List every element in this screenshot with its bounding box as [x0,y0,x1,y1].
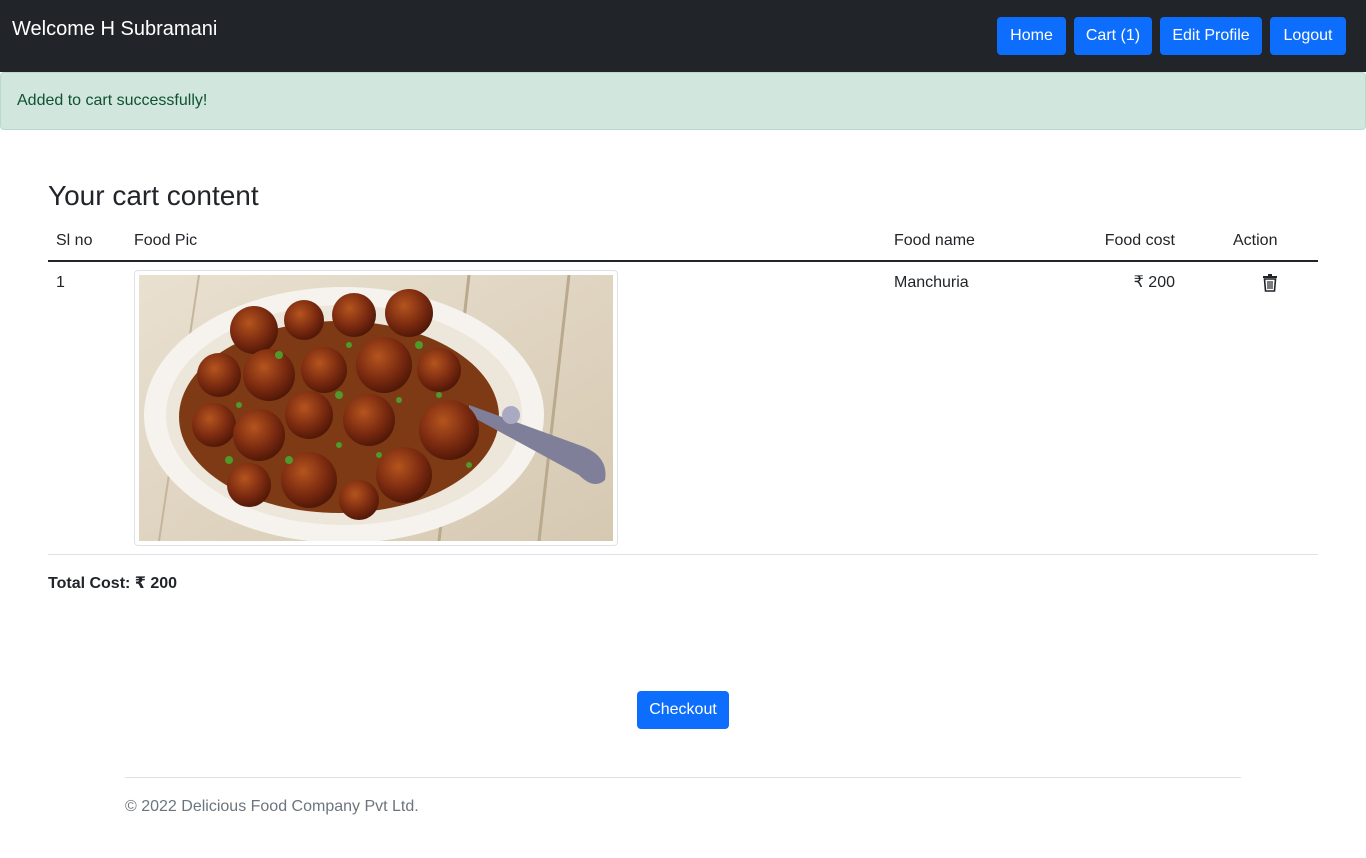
success-alert: Added to cart successfully! [0,72,1366,130]
home-button[interactable]: Home [997,17,1066,55]
trash-icon[interactable] [1262,274,1280,294]
column-header-action: Action [1233,232,1278,249]
row-food-cost: ₹ 200 [1133,274,1175,291]
food-image [134,270,618,546]
cart-button[interactable]: Cart (1) [1074,17,1152,55]
table-header-divider [48,260,1318,262]
footer-text: © 2022 Delicious Food Company Pvt Ltd. [125,798,419,815]
total-cost: Total Cost: ₹ 200 [48,575,178,592]
footer-divider [125,777,1241,778]
column-header-food-cost: Food cost [1104,232,1175,249]
checkout-button[interactable]: Checkout [637,691,729,729]
column-header-food-pic: Food Pic [134,232,198,249]
page-title: Your cart content [48,180,259,211]
edit-profile-button[interactable]: Edit Profile [1160,17,1262,55]
row-food-name: Manchuria [894,274,969,291]
food-photo-manchuria [139,275,613,541]
welcome-text: Welcome H Subramani [12,18,218,40]
column-header-sl-no: Sl no [56,232,93,249]
table-row-divider [48,554,1318,555]
navbar: Welcome H Subramani Home Cart (1) Edit P… [0,0,1366,72]
logout-button[interactable]: Logout [1270,17,1346,55]
column-header-food-name: Food name [894,232,975,249]
row-sl-no: 1 [56,274,65,291]
